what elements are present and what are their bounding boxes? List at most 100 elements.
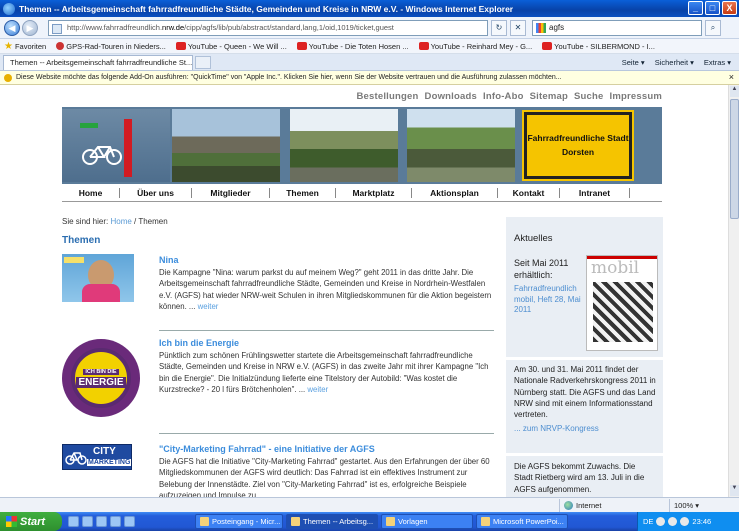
nav-sitemap[interactable]: Sitemap (530, 91, 568, 102)
infobar-close-icon[interactable]: × (729, 72, 734, 82)
quicklaunch-icon[interactable] (96, 516, 107, 527)
since-text: Seit Mai 2011 erhältlich: (514, 258, 569, 280)
quicklaunch-icon[interactable] (124, 516, 135, 527)
logo-green-bar (80, 123, 98, 128)
tab-themen[interactable]: Themen -- Arbeitsgemeinschaft fahrradfre… (3, 54, 193, 70)
taskbar-outlook[interactable]: Posteingang - Micr... (195, 514, 283, 529)
taskbar-ie[interactable]: Themen -- Arbeitsg... (286, 514, 378, 529)
breadcrumb-home-link[interactable]: Home (110, 217, 131, 226)
mobil-link[interactable]: Fahrradfreundlich mobil, Heft 28, Mai 20… (514, 284, 589, 316)
vertical-scrollbar[interactable]: ▲ ▼ (728, 85, 739, 497)
sign-line2: Dorsten (561, 146, 595, 157)
favorites-button[interactable]: ★ Favoriten (4, 41, 46, 52)
menu-home[interactable]: Home (62, 187, 120, 198)
tray-icon[interactable] (668, 517, 678, 526)
more-link[interactable]: weiter (198, 302, 219, 311)
energie-badge[interactable]: ICH BIN DIE ENERGIE (62, 339, 140, 417)
item-title-nina[interactable]: Nina (159, 255, 179, 265)
nav-info-abo[interactable]: Info-Abo (483, 91, 524, 102)
badge-top-text: ICH BIN DIE (83, 368, 119, 375)
search-value: agfs (549, 23, 565, 32)
mobil-magazine-cover[interactable]: mobil (586, 255, 658, 351)
nina-image[interactable] (62, 254, 134, 302)
task-label: Posteingang - Micr... (212, 517, 281, 526)
logo-marketing-text: MARKETING (87, 459, 132, 466)
security-menu[interactable]: Sicherheit ▾ (655, 58, 694, 67)
item-text-city-marketing: Die AGFS hat die Initiative "City-Market… (159, 456, 494, 497)
scroll-thumb[interactable] (730, 99, 739, 219)
info-icon (4, 73, 12, 82)
language-indicator[interactable]: DE (643, 517, 653, 526)
start-button[interactable]: Start (0, 512, 62, 531)
menu-marktplatz[interactable]: Marktplatz (336, 187, 412, 198)
sidebar-divider (506, 453, 663, 456)
favorite-item[interactable]: GPS-Rad-Touren in Nieders... (56, 42, 166, 51)
page-viewport: Bestellungen Downloads Info-Abo Sitemap … (0, 85, 728, 497)
item-title-city-marketing[interactable]: "City-Marketing Fahrrad" - eine Initiati… (159, 444, 375, 454)
quick-launch (68, 516, 135, 527)
search-go-button[interactable]: ⌕ (705, 19, 721, 36)
menu-kontakt[interactable]: Kontakt (498, 187, 560, 198)
maximize-button[interactable]: □ (705, 1, 720, 15)
quicklaunch-icon[interactable] (68, 516, 79, 527)
new-tab-button[interactable] (195, 55, 211, 69)
quicklaunch-icon[interactable] (110, 516, 121, 527)
forward-button[interactable]: ▶ (22, 19, 38, 36)
nav-impressum[interactable]: Impressum (610, 91, 663, 102)
close-button[interactable]: X (722, 1, 737, 15)
menu-themen[interactable]: Themen (270, 187, 336, 198)
tray-icon[interactable] (680, 517, 690, 526)
quicklaunch-icon[interactable] (82, 516, 93, 527)
information-bar[interactable]: Diese Website möchte das folgende Add-On… (0, 71, 739, 85)
news-text: Am 30. und 31. Mai 2011 findet der Natio… (514, 365, 656, 420)
menu-intranet[interactable]: Intranet (560, 187, 630, 198)
favorite-item[interactable]: YouTube - Die Toten Hosen ... (296, 42, 409, 51)
taskbar-folder[interactable]: Vorlagen (381, 514, 473, 529)
nrvp-link[interactable]: ... zum NRVP-Kongress (514, 423, 656, 434)
nav-downloads[interactable]: Downloads (425, 91, 477, 102)
breadcrumb-prefix: Sie sind hier: (62, 217, 111, 226)
windows-flag-icon (6, 516, 17, 527)
page-icon (52, 23, 62, 34)
youtube-icon (175, 42, 186, 50)
google-icon (536, 22, 546, 33)
nav-suche[interactable]: Suche (574, 91, 604, 102)
tray-icon[interactable] (656, 517, 666, 526)
item-title-energie[interactable]: Ich bin die Energie (159, 338, 239, 348)
more-link[interactable]: weiter (307, 385, 328, 394)
clock: 23:46 (692, 517, 712, 526)
favorite-item[interactable]: YouTube - SILBERMOND - I... (542, 42, 655, 51)
refresh-button[interactable]: ↻ (491, 19, 507, 36)
favorite-item[interactable]: YouTube - Reinhard Mey - G... (418, 42, 532, 51)
agfs-logo[interactable] (62, 109, 170, 182)
menu-aktionsplan[interactable]: Aktionsplan (412, 187, 498, 198)
search-input[interactable]: agfs (532, 19, 702, 36)
nav-bestellungen[interactable]: Bestellungen (356, 91, 418, 102)
scroll-down-icon[interactable]: ▼ (730, 485, 739, 496)
minimize-button[interactable]: _ (688, 1, 703, 15)
page-menu[interactable]: Seite ▾ (622, 58, 645, 67)
menu-ueber-uns[interactable]: Über uns (120, 187, 192, 198)
window-titlebar[interactable]: Themen -- Arbeitsgemeinschaft fahrradfre… (0, 0, 739, 17)
folder-icon (386, 517, 395, 526)
zoom-control[interactable]: 100% ▾ (669, 498, 739, 512)
city-marketing-logo[interactable]: CITY MARKETING (62, 444, 132, 470)
scroll-up-icon[interactable]: ▲ (730, 86, 739, 97)
favorites-label: Favoriten (14, 41, 47, 51)
news-nrvp: Am 30. und 31. Mai 2011 findet der Natio… (514, 364, 656, 435)
divider (159, 330, 494, 331)
stop-button[interactable]: ✕ (510, 19, 526, 36)
main-navigation: Home Über uns Mitglieder Themen Marktpla… (62, 184, 662, 202)
taskbar-powerpoint[interactable]: Microsoft PowerPoi... (476, 514, 568, 529)
tools-menu[interactable]: Extras ▾ (704, 58, 731, 67)
security-zone[interactable]: Internet (559, 498, 669, 512)
back-button[interactable]: ◀ (4, 19, 20, 36)
zone-label: Internet (576, 500, 602, 510)
address-toolbar: ◀ ▶ http://www.fahrradfreundlich. nrw.de /… (0, 17, 739, 39)
url-input[interactable]: http://www.fahrradfreundlich. nrw.de/cipp… (48, 19, 488, 36)
logo-red-bar (124, 119, 132, 177)
windows-taskbar: Start Posteingang - Micr... Themen -- Ar… (0, 512, 739, 531)
window-title: Themen -- Arbeitsgemeinschaft fahrradfre… (19, 3, 514, 14)
menu-mitglieder[interactable]: Mitglieder (192, 187, 270, 198)
favorite-item[interactable]: YouTube - Queen - We Will ... (175, 42, 287, 51)
